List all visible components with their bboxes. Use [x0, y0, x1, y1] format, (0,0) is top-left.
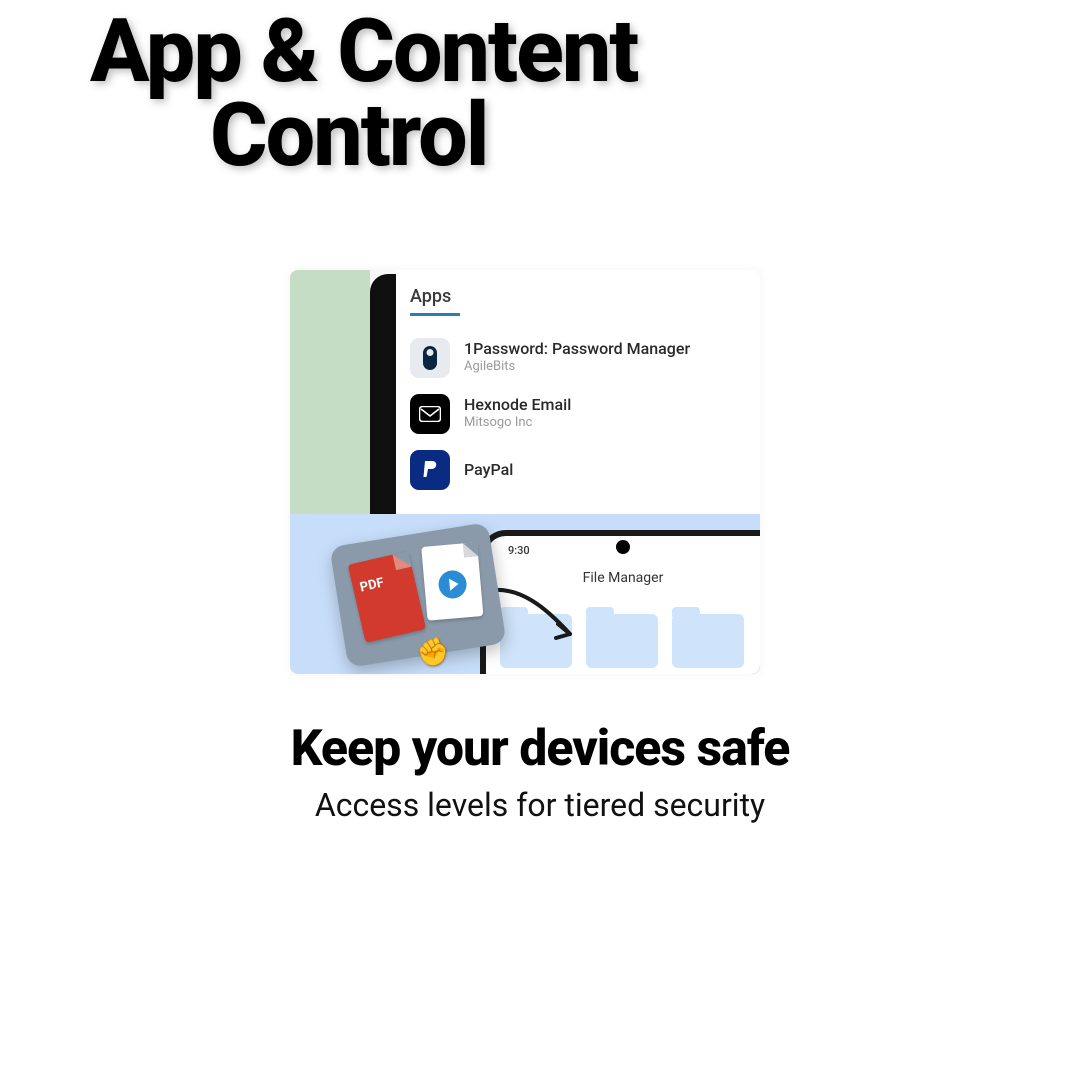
files-screenshot: 9:30 File Manager PDF — [290, 514, 760, 674]
app-row: Hexnode Email Mitsogo Inc — [410, 386, 742, 442]
pdf-file-icon: PDF — [348, 551, 426, 643]
footer-text-block: Keep your devices safe Access levels for… — [0, 720, 1080, 824]
folder-icon — [672, 614, 744, 668]
status-time: 9:30 — [508, 544, 530, 557]
apps-screenshot: Apps 1Password: Password Manager AgileBi… — [290, 270, 760, 514]
app-vendor: AgileBits — [464, 359, 690, 375]
footer-heading: Keep your devices safe — [40, 720, 1040, 778]
grab-cursor-icon: ✊ — [413, 634, 453, 673]
onepassword-icon — [410, 338, 450, 378]
page-title-block: App & Content Control — [90, 10, 637, 177]
pdf-label: PDF — [359, 575, 386, 595]
paypal-icon — [410, 450, 450, 490]
app-name: PayPal — [464, 460, 513, 480]
drag-files-card: PDF ✊ — [329, 522, 506, 668]
app-text: 1Password: Password Manager AgileBits — [464, 339, 690, 375]
app-name: Hexnode Email — [464, 395, 571, 415]
camera-notch-icon — [616, 540, 630, 554]
app-row: PayPal — [410, 442, 742, 498]
play-icon — [437, 569, 467, 599]
folder-icon — [586, 614, 658, 668]
decorative-green-strip — [290, 270, 370, 514]
illustration-card: Apps 1Password: Password Manager AgileBi… — [290, 270, 760, 674]
apps-tab-underline — [410, 313, 460, 316]
app-text: Hexnode Email Mitsogo Inc — [464, 395, 571, 431]
app-row: 1Password: Password Manager AgileBits — [410, 330, 742, 386]
title-line-1: App & Content — [90, 10, 637, 94]
app-text: PayPal — [464, 460, 513, 480]
app-vendor: Mitsogo Inc — [464, 415, 571, 431]
email-icon — [410, 394, 450, 434]
title-line-2: Control — [210, 94, 637, 178]
app-name: 1Password: Password Manager — [464, 339, 690, 359]
video-file-icon — [421, 542, 483, 621]
apps-tab-label: Apps — [410, 286, 742, 307]
device-bezel — [370, 274, 396, 514]
apps-pane: Apps 1Password: Password Manager AgileBi… — [396, 270, 760, 514]
footer-subtext: Access levels for tiered security — [40, 786, 1040, 824]
